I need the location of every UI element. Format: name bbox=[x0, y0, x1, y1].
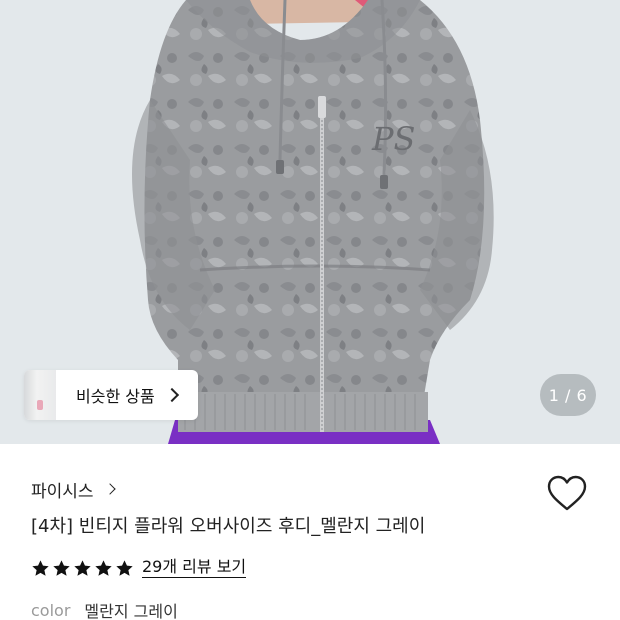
color-option-row: color 멜란지 그레이 bbox=[31, 598, 178, 620]
chevron-right-icon bbox=[164, 387, 179, 403]
chevron-right-icon bbox=[103, 483, 116, 495]
review-link[interactable]: 29개 리뷰 보기 bbox=[142, 558, 247, 578]
product-title: [4차] 빈티지 플라워 오버사이즈 후디_멜란지 그레이 bbox=[31, 516, 426, 537]
star-icon bbox=[116, 559, 133, 576]
chest-logo: PS bbox=[371, 120, 415, 158]
similar-products-label: 비슷한 상품 bbox=[76, 387, 155, 406]
product-image-gallery[interactable]: PS 비슷한 상품 1 / 6 bbox=[0, 0, 620, 444]
similar-product-thumbnail bbox=[24, 370, 56, 420]
product-detail-page: PS 비슷한 상품 1 / 6 파이시스 [4차] 빈티지 플라워 오버사이즈 … bbox=[0, 0, 620, 620]
similar-products-button[interactable]: 비슷한 상품 bbox=[24, 370, 198, 420]
star-icon bbox=[53, 559, 70, 576]
heart-icon bbox=[547, 475, 587, 511]
rating-stars bbox=[31, 559, 134, 578]
rating-row: 29개 리뷰 보기 bbox=[31, 554, 247, 582]
star-icon bbox=[95, 559, 112, 576]
option-value: 멜란지 그레이 bbox=[84, 602, 178, 620]
gallery-page-counter: 1 / 6 bbox=[540, 374, 596, 416]
wishlist-button[interactable] bbox=[546, 474, 588, 514]
star-icon bbox=[32, 559, 49, 576]
brand-name: 파이시스 bbox=[31, 481, 94, 502]
star-icon bbox=[74, 559, 91, 576]
brand-link[interactable]: 파이시스 bbox=[31, 476, 116, 502]
option-label: color bbox=[31, 600, 71, 620]
